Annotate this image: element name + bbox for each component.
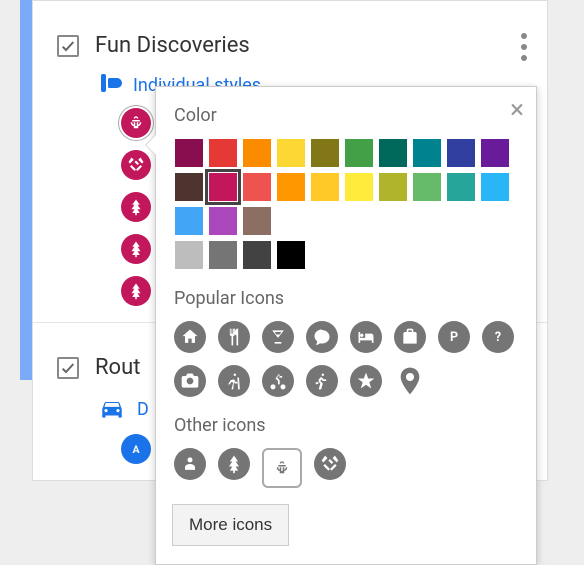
color-swatch[interactable]: [311, 139, 339, 167]
drive-label: D: [137, 399, 149, 420]
icon-choice-hotel[interactable]: [350, 321, 382, 353]
color-swatch[interactable]: [413, 139, 441, 167]
icon-choice-bar[interactable]: [262, 321, 294, 353]
color-swatch[interactable]: [243, 173, 271, 201]
icon-choice-shop[interactable]: [394, 321, 426, 353]
icon-choice-bike[interactable]: [262, 365, 294, 397]
icon-choice-swords[interactable]: [314, 448, 346, 480]
layer-checkbox[interactable]: [57, 35, 79, 57]
icon-choice-camera[interactable]: [174, 365, 206, 397]
layer-menu-icon[interactable]: [521, 33, 527, 61]
color-swatch[interactable]: [209, 207, 237, 235]
color-swatch[interactable]: [209, 139, 237, 167]
color-swatch[interactable]: [277, 173, 305, 201]
color-swatch[interactable]: [175, 173, 203, 201]
color-swatch[interactable]: [277, 241, 305, 269]
color-swatch[interactable]: [379, 173, 407, 201]
color-swatch[interactable]: [243, 241, 271, 269]
color-swatch[interactable]: [481, 173, 509, 201]
color-swatch[interactable]: [345, 139, 373, 167]
icon-choice-hike[interactable]: [218, 365, 250, 397]
other-icons-grid: [172, 446, 520, 490]
letter-a-icon: A: [121, 434, 151, 464]
style-popup: × Color Popular Icons P? Other icons Mor…: [155, 86, 537, 565]
svg-text:P: P: [450, 330, 458, 345]
more-icons-button[interactable]: More icons: [172, 504, 289, 546]
color-swatch[interactable]: [175, 241, 203, 269]
color-swatch[interactable]: [481, 139, 509, 167]
color-swatch[interactable]: [447, 139, 475, 167]
popular-icons-grid: P?: [172, 319, 520, 399]
icon-choice-fountain[interactable]: [262, 448, 302, 488]
color-swatch[interactable]: [175, 207, 203, 235]
color-swatch[interactable]: [243, 207, 271, 235]
color-swatch[interactable]: [277, 139, 305, 167]
icon-choice-home[interactable]: [174, 321, 206, 353]
color-heading: Color: [174, 105, 520, 126]
icon-choice-dining[interactable]: [218, 321, 250, 353]
color-swatch[interactable]: [413, 173, 441, 201]
layer-title: Fun Discoveries: [95, 33, 531, 58]
icon-choice-speech[interactable]: [306, 321, 338, 353]
icon-choice-tree[interactable]: [218, 448, 250, 480]
icon-choice-parking[interactable]: P: [438, 321, 470, 353]
icon-choice-run[interactable]: [306, 365, 338, 397]
color-swatch[interactable]: [345, 173, 373, 201]
icon-choice-person[interactable]: [174, 448, 206, 480]
icon-choice-star[interactable]: [350, 365, 382, 397]
close-icon[interactable]: ×: [510, 97, 524, 123]
svg-text:A: A: [132, 443, 140, 456]
color-swatch[interactable]: [243, 139, 271, 167]
fountain-icon: [121, 108, 151, 138]
svg-text:?: ?: [495, 330, 501, 345]
color-swatch[interactable]: [175, 139, 203, 167]
color-swatch[interactable]: [379, 139, 407, 167]
color-swatch-selected[interactable]: [209, 173, 237, 201]
tree-icon: [121, 192, 151, 222]
car-icon: [99, 396, 125, 422]
icon-choice-help[interactable]: ?: [482, 321, 514, 353]
color-swatch[interactable]: [447, 173, 475, 201]
tree-icon: [121, 276, 151, 306]
layer-checkbox[interactable]: [57, 357, 79, 379]
other-heading: Other icons: [174, 415, 520, 436]
popular-heading: Popular Icons: [174, 288, 520, 309]
icon-choice-pin[interactable]: [394, 365, 426, 397]
tree-icon: [121, 234, 151, 264]
paint-roller-icon: [99, 74, 121, 96]
color-swatch[interactable]: [311, 173, 339, 201]
color-swatch[interactable]: [209, 241, 237, 269]
color-grid: [172, 136, 512, 272]
